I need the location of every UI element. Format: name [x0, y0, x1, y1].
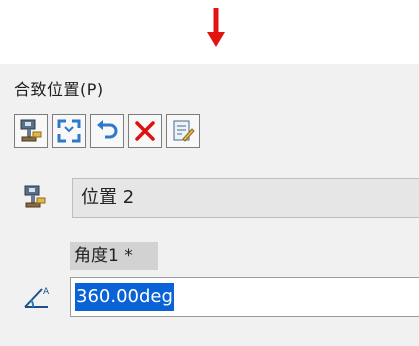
undo-button[interactable] [90, 114, 124, 148]
svg-text:A: A [43, 287, 50, 297]
panel-title: 合致位置(P) [14, 80, 104, 99]
angle-icon: A [24, 287, 50, 308]
angle-value: 360.00deg [75, 283, 174, 311]
expand-button[interactable] [52, 114, 86, 148]
mate-position-button[interactable] [14, 114, 48, 148]
angle-input[interactable]: 360.00deg [70, 277, 419, 317]
angle-label: 角度1 * [70, 242, 158, 270]
red-down-arrow-icon [207, 8, 225, 47]
mate-position-panel: 合致位置(P) 位置 2 角度1 * A 360.00deg [0, 64, 419, 346]
expand-icon [57, 119, 81, 143]
undo-icon [97, 120, 118, 139]
mate-position-icon [20, 119, 42, 142]
position-select[interactable]: 位置 2 [72, 178, 419, 218]
mate-position-icon [24, 185, 46, 208]
top-area [0, 0, 419, 64]
edit-button[interactable] [166, 114, 200, 148]
edit-icon [173, 120, 195, 142]
delete-icon [135, 121, 155, 141]
delete-button[interactable] [128, 114, 162, 148]
toolbar [14, 114, 204, 154]
